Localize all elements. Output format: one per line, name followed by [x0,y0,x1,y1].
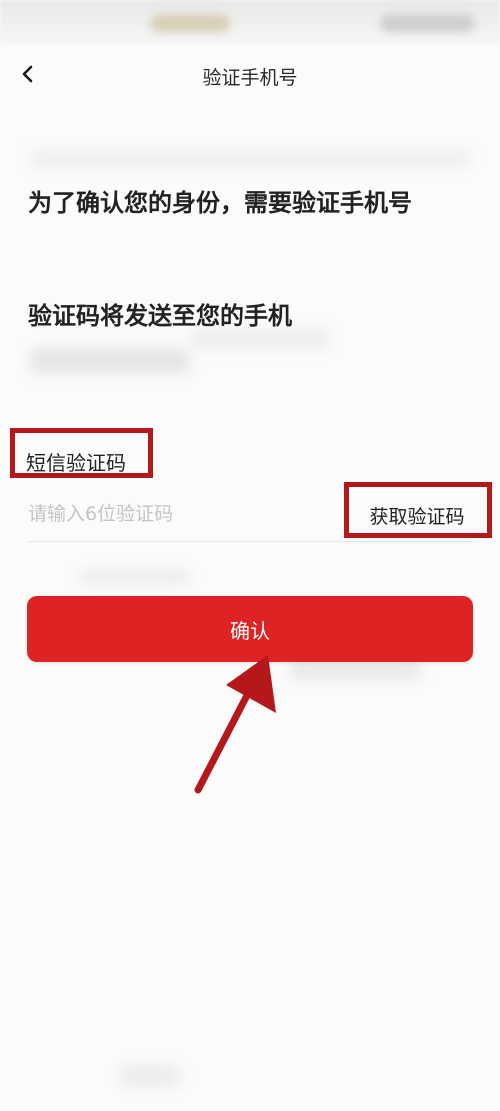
blurred-region [120,1065,180,1087]
sms-code-input[interactable] [28,496,328,532]
status-bar-left-blurred [150,14,230,32]
page-title: 验证手机号 [202,67,298,89]
blurred-region [290,660,420,680]
status-bar-right-blurred [380,14,475,32]
sms-label-highlight [10,428,153,478]
nav-bar: 验证手机号 [0,44,500,106]
confirm-button[interactable]: 确认 [27,596,473,662]
blurred-region [30,150,470,168]
get-code-highlight [344,482,492,538]
status-bar [0,0,500,44]
send-headline: 验证码将发送至您的手机 [28,302,292,330]
blurred-phone-number [30,348,190,374]
blurred-region [80,570,190,584]
identity-headline: 为了确认您的身份，需要验证手机号 [28,189,412,217]
blurred-region [190,330,330,348]
input-divider [28,541,472,542]
